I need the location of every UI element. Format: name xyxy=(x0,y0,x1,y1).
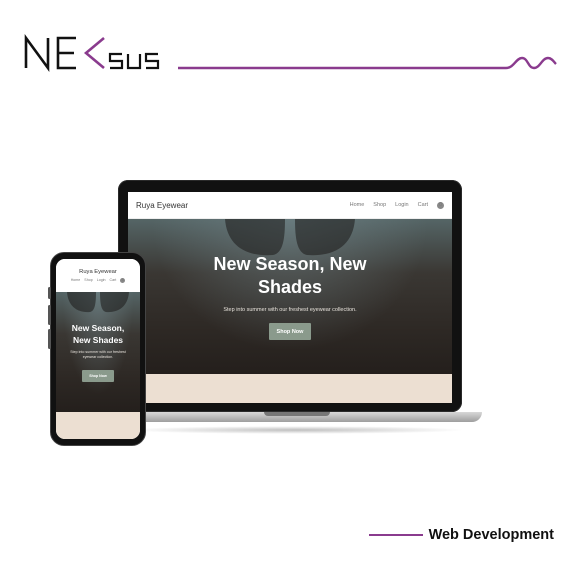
phone-side-button xyxy=(48,305,51,325)
site-brand[interactable]: Ruya Eyewear xyxy=(136,201,188,210)
brand-header xyxy=(22,30,182,72)
laptop-screen: Ruya Eyewear Home Shop Login Cart 0 New … xyxy=(128,192,452,403)
hero-subtitle: Step into summer with our freshest eyewe… xyxy=(70,350,126,359)
nav-links: Home Shop Login Cart 0 xyxy=(71,277,126,283)
cart-count-badge: 0 xyxy=(120,277,126,283)
site-navbar: Ruya Eyewear Home Shop Login Cart 0 xyxy=(128,192,452,219)
phone-side-button xyxy=(48,329,51,349)
neksus-logo xyxy=(24,34,160,72)
service-label: Web Development xyxy=(428,527,554,543)
laptop-shadow xyxy=(126,426,466,434)
brand-accent-line xyxy=(178,56,557,70)
phone-side-button xyxy=(48,287,51,299)
phone-mockup: Ruya Eyewear Home Shop Login Cart 0 New … xyxy=(48,252,146,446)
laptop-mockup: Ruya Eyewear Home Shop Login Cart 0 New … xyxy=(112,180,488,440)
page-band xyxy=(56,412,140,439)
nav-shop[interactable]: Shop xyxy=(84,278,92,282)
nav-links: Home Shop Login Cart 0 xyxy=(350,201,444,209)
site-brand[interactable]: Ruya Eyewear xyxy=(79,269,117,275)
hero-section: New Season, New Shades Step into summer … xyxy=(56,292,140,412)
nav-cart[interactable]: Cart xyxy=(110,278,117,282)
shop-now-button[interactable]: Shop Now xyxy=(82,370,114,382)
hero-title: New Season, New Shades xyxy=(71,323,125,345)
nav-login[interactable]: Login xyxy=(395,202,408,208)
hero-section: New Season, New Shades Step into summer … xyxy=(128,219,452,374)
nav-cart[interactable]: Cart xyxy=(418,202,428,208)
nav-login[interactable]: Login xyxy=(97,278,106,282)
site-navbar: Ruya Eyewear Home Shop Login Cart 0 xyxy=(56,259,140,292)
nav-home[interactable]: Home xyxy=(350,202,365,208)
phone-screen: Ruya Eyewear Home Shop Login Cart 0 New … xyxy=(56,259,140,439)
laptop-notch xyxy=(264,412,330,416)
laptop-lid: Ruya Eyewear Home Shop Login Cart 0 New … xyxy=(118,180,462,412)
cart-count-badge: 0 xyxy=(437,201,444,209)
shop-now-button[interactable]: Shop Now xyxy=(269,323,311,340)
nav-home[interactable]: Home xyxy=(71,278,81,282)
hero-subtitle: Step into summer with our freshest eyewe… xyxy=(223,307,357,313)
hero-title: New Season, New Shades xyxy=(213,254,367,297)
sunglasses-image xyxy=(67,292,129,313)
service-accent-line xyxy=(368,534,423,536)
service-tag: Web Development xyxy=(368,527,554,543)
page-band xyxy=(128,374,452,403)
nav-shop[interactable]: Shop xyxy=(373,202,386,208)
